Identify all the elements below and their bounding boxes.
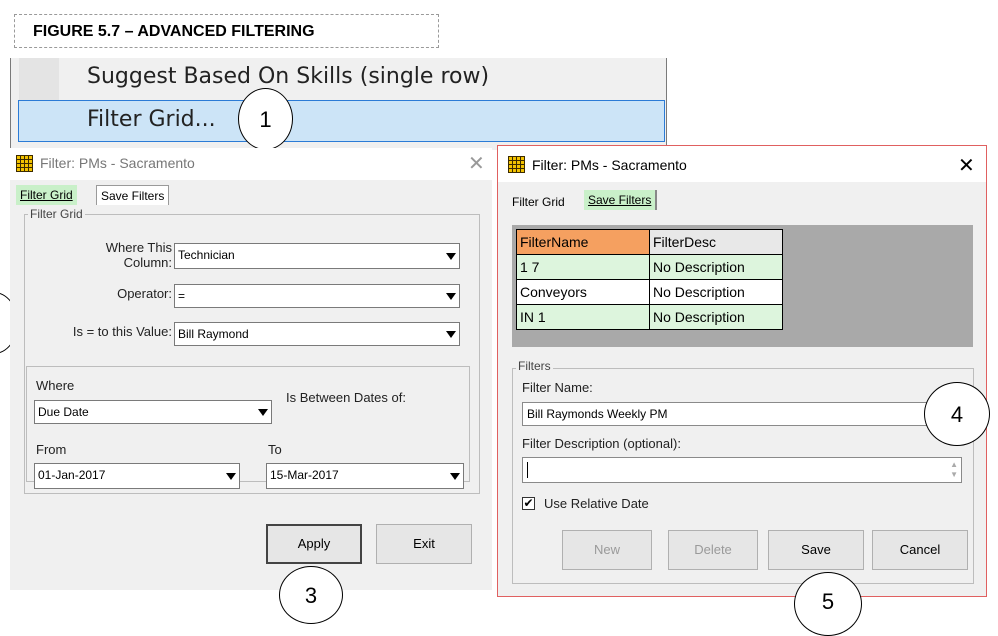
saved-filters-table: FilterName FilterDesc 1 7 No Description… bbox=[516, 229, 783, 330]
callout-5: 5 bbox=[794, 572, 862, 636]
menu-item-filter-grid[interactable]: Filter Grid... bbox=[87, 107, 216, 132]
right-filter-dialog: Filter: PMs - Sacramento ✕ Filter Grid S… bbox=[497, 145, 987, 597]
filter-name-input[interactable]: Bill Raymonds Weekly PM bbox=[522, 402, 962, 426]
save-button[interactable]: Save bbox=[768, 530, 864, 570]
filter-description-input[interactable]: ▲ ▼ bbox=[522, 457, 962, 483]
callout-1: 1 bbox=[238, 88, 293, 150]
from-label: From bbox=[36, 442, 67, 457]
apply-button[interactable]: Apply bbox=[266, 524, 362, 564]
operator-value: = bbox=[178, 289, 186, 303]
chevron-down-icon[interactable] bbox=[226, 473, 236, 480]
table-cell[interactable]: No Description bbox=[649, 279, 783, 305]
table-row[interactable]: Conveyors No Description bbox=[516, 279, 783, 305]
tab-save-filters[interactable]: Save Filters bbox=[96, 185, 170, 205]
menu-item-suggest-skills[interactable]: Suggest Based On Skills (single row) bbox=[87, 64, 489, 89]
close-icon[interactable]: ✕ bbox=[958, 153, 975, 178]
grid-icon bbox=[508, 156, 525, 173]
grid-icon bbox=[16, 155, 33, 172]
from-date-picker[interactable]: 01-Jan-2017 bbox=[34, 463, 240, 489]
right-dialog-titlebar: Filter: PMs - Sacramento ✕ bbox=[498, 146, 986, 182]
use-relative-date-checkbox[interactable]: ✔ bbox=[522, 497, 535, 510]
callout-4: 4 bbox=[924, 382, 990, 446]
to-date-value: 15-Mar-2017 bbox=[270, 468, 339, 482]
tab-filter-grid[interactable]: Filter Grid bbox=[508, 192, 569, 212]
right-dialog-title: Filter: PMs - Sacramento bbox=[532, 157, 687, 173]
exit-button[interactable]: Exit bbox=[376, 524, 472, 564]
column-header-filtername[interactable]: FilterName bbox=[516, 229, 650, 255]
table-cell[interactable]: No Description bbox=[649, 304, 783, 330]
filter-name-label: Filter Name: bbox=[522, 380, 593, 395]
filters-group-title: Filters bbox=[516, 359, 553, 373]
value-combo[interactable]: Bill Raymond bbox=[174, 322, 460, 346]
left-dialog-title: Filter: PMs - Sacramento bbox=[40, 155, 195, 171]
chevron-down-icon[interactable] bbox=[446, 331, 456, 338]
between-dates-label: Is Between Dates of: bbox=[286, 390, 406, 405]
tab-filter-grid[interactable]: Filter Grid bbox=[16, 185, 77, 205]
delete-button[interactable]: Delete bbox=[668, 530, 758, 570]
table-row[interactable]: 1 7 No Description bbox=[516, 254, 783, 280]
operator-label: Operator: bbox=[117, 286, 172, 301]
to-date-picker[interactable]: 15-Mar-2017 bbox=[266, 463, 464, 489]
where-column-label: Where This Column: bbox=[105, 240, 172, 270]
context-menu: Suggest Based On Skills (single row) Fil… bbox=[10, 58, 667, 150]
chevron-down-icon[interactable] bbox=[258, 409, 268, 416]
left-filter-dialog: Filter: PMs - Sacramento ✕ Filter Grid S… bbox=[10, 148, 492, 590]
value-value: Bill Raymond bbox=[178, 327, 249, 341]
value-label: Is = to this Value: bbox=[72, 324, 172, 339]
chevron-down-icon[interactable] bbox=[446, 293, 456, 300]
table-cell[interactable]: Conveyors bbox=[516, 279, 650, 305]
new-button[interactable]: New bbox=[562, 530, 652, 570]
scrollbar-arrows-icon[interactable]: ▲ ▼ bbox=[950, 460, 958, 480]
table-cell[interactable]: 1 7 bbox=[516, 254, 650, 280]
tab-save-filters[interactable]: Save Filters bbox=[584, 190, 658, 210]
chevron-down-icon[interactable] bbox=[446, 253, 456, 260]
callout-3: 3 bbox=[279, 566, 343, 624]
column-header-filterdesc[interactable]: FilterDesc bbox=[649, 229, 783, 255]
table-cell[interactable]: No Description bbox=[649, 254, 783, 280]
table-cell[interactable]: IN 1 bbox=[516, 304, 650, 330]
where-date-value: Due Date bbox=[38, 405, 89, 419]
text-cursor bbox=[527, 462, 528, 478]
to-label: To bbox=[268, 442, 282, 457]
from-date-value: 01-Jan-2017 bbox=[38, 468, 106, 482]
chevron-down-icon[interactable] bbox=[450, 473, 460, 480]
where-column-combo[interactable]: Technician bbox=[174, 243, 460, 269]
cancel-button[interactable]: Cancel bbox=[872, 530, 968, 570]
filter-grid-group-title: Filter Grid bbox=[28, 207, 85, 221]
close-icon[interactable]: ✕ bbox=[468, 151, 485, 176]
table-row[interactable]: IN 1 No Description bbox=[516, 304, 783, 330]
where-label: Where bbox=[36, 378, 75, 393]
menu-gutter bbox=[19, 58, 59, 102]
operator-combo[interactable]: = bbox=[174, 284, 460, 308]
filter-description-label: Filter Description (optional): bbox=[522, 436, 681, 451]
figure-caption: FIGURE 5.7 – ADVANCED FILTERING bbox=[14, 14, 439, 48]
where-column-value: Technician bbox=[178, 248, 235, 262]
left-dialog-titlebar: Filter: PMs - Sacramento ✕ bbox=[10, 148, 492, 180]
use-relative-date-label: Use Relative Date bbox=[544, 496, 649, 511]
where-date-combo[interactable]: Due Date bbox=[34, 400, 272, 424]
saved-filters-grid: FilterName FilterDesc 1 7 No Description… bbox=[512, 225, 973, 347]
